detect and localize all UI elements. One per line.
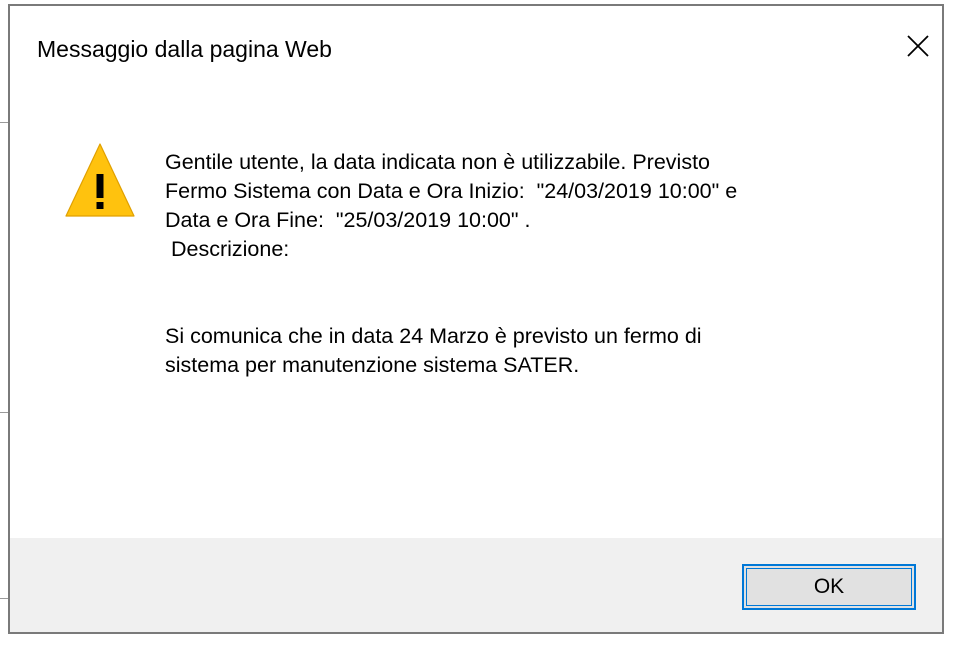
message-line: Fermo Sistema con Data e Ora Inizio: "24… (165, 179, 738, 203)
dialog-titlebar[interactable]: Messaggio dalla pagina Web (10, 6, 942, 84)
message-line: Descrizione: (165, 237, 290, 261)
message-line: Data e Ora Fine: "25/03/2019 10:00" . (165, 208, 531, 232)
warning-icon (65, 143, 135, 217)
dialog-footer: OK (10, 538, 942, 632)
background-edge-mark (0, 598, 8, 599)
background-edge-mark (0, 122, 8, 123)
dialog-message: Gentile utente, la data indicata non è u… (165, 148, 905, 380)
message-line: Si comunica che in data 24 Marzo è previ… (165, 324, 702, 348)
close-button[interactable] (900, 28, 936, 64)
message-line: sistema per manutenzione sistema SATER. (165, 353, 580, 377)
ok-button[interactable]: OK (742, 564, 916, 610)
message-line: Gentile utente, la data indicata non è u… (165, 150, 710, 174)
ok-button-label: OK (813, 575, 845, 598)
dialog-title: Messaggio dalla pagina Web (37, 36, 332, 62)
message-dialog: Messaggio dalla pagina Web Gentile utent… (8, 4, 944, 634)
close-icon (907, 35, 929, 57)
background-edge-mark (0, 412, 8, 413)
